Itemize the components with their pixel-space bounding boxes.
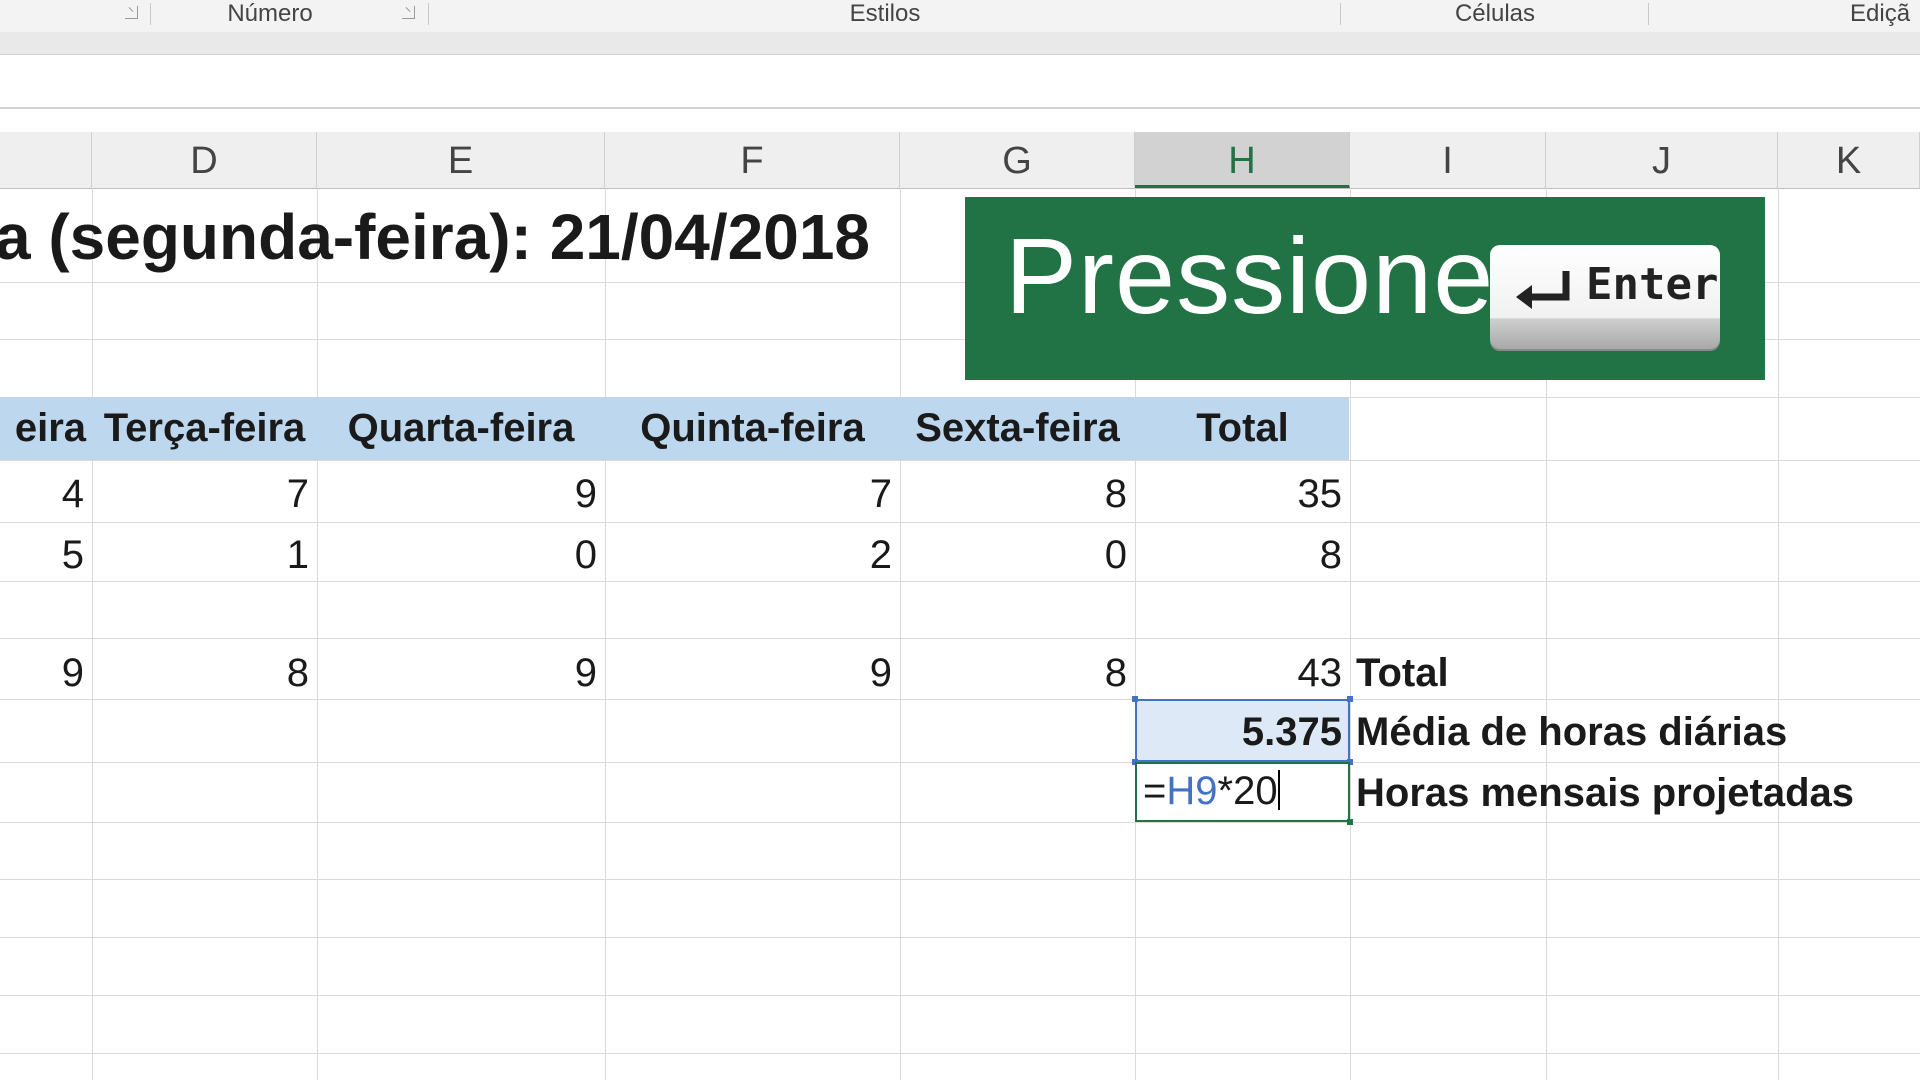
sheet-title[interactable]: a (segunda-feira): 21/04/2018 bbox=[0, 192, 960, 282]
group-separator bbox=[1648, 3, 1649, 25]
column-header-f[interactable]: F bbox=[605, 132, 900, 188]
table-cell[interactable]: 4 bbox=[0, 463, 92, 523]
dialog-launcher-icon[interactable] bbox=[125, 6, 138, 19]
column-header-h[interactable]: H bbox=[1135, 132, 1350, 188]
table-cell[interactable]: 35 bbox=[1135, 463, 1350, 523]
formula-suffix: *20 bbox=[1217, 769, 1278, 813]
table-cell[interactable]: 7 bbox=[92, 463, 317, 523]
formula-prefix: = bbox=[1143, 769, 1167, 813]
header-cell-total[interactable]: Total bbox=[1135, 397, 1350, 460]
column-header-row: D E F G H I J K bbox=[0, 132, 1920, 189]
table-cell[interactable]: 0 bbox=[317, 525, 605, 585]
average-value: 5.375 bbox=[1241, 710, 1342, 754]
table-cell[interactable]: 0 bbox=[900, 525, 1135, 585]
formula-reference: H9 bbox=[1166, 769, 1218, 813]
table-cell[interactable]: 7 bbox=[605, 463, 900, 523]
table-cell[interactable]: 8 bbox=[900, 642, 1135, 702]
table-cell[interactable]: 8 bbox=[92, 642, 317, 702]
ribbon-group-edicao: Ediçã bbox=[1850, 0, 1911, 27]
table-cell[interactable]: 9 bbox=[317, 463, 605, 523]
formula-edit-cell[interactable]: =H9*20 bbox=[1135, 762, 1350, 822]
column-header-g[interactable]: G bbox=[900, 132, 1135, 188]
ribbon-group-celulas: Células bbox=[1454, 0, 1536, 27]
column-header-d[interactable]: D bbox=[92, 132, 317, 188]
average-label[interactable]: Média de horas diárias bbox=[1356, 701, 1787, 761]
header-cell-quarta[interactable]: Quarta-feira bbox=[317, 397, 605, 460]
table-cell[interactable]: 8 bbox=[1135, 525, 1350, 585]
header-cell-segunda[interactable]: eira bbox=[0, 397, 92, 460]
reference-handle[interactable] bbox=[1132, 696, 1138, 702]
enter-instruction-banner: Pressione Enter bbox=[965, 197, 1765, 380]
total-label[interactable]: Total bbox=[1356, 642, 1449, 702]
column-header-k[interactable]: K bbox=[1778, 132, 1920, 188]
table-cell[interactable]: 8 bbox=[900, 463, 1135, 523]
text-caret bbox=[1277, 770, 1280, 810]
header-cell-terca[interactable]: Terça-feira bbox=[92, 397, 317, 460]
group-separator bbox=[428, 3, 429, 25]
banner-text: Pressione bbox=[1005, 215, 1495, 336]
group-separator bbox=[150, 3, 151, 25]
group-separator bbox=[1340, 3, 1341, 25]
table-cell[interactable]: 9 bbox=[605, 642, 900, 702]
header-cell-sexta[interactable]: Sexta-feira bbox=[900, 397, 1135, 460]
fill-handle[interactable] bbox=[1347, 819, 1353, 825]
reference-handle[interactable] bbox=[1347, 696, 1353, 702]
table-cell[interactable]: 1 bbox=[92, 525, 317, 585]
column-header-i[interactable]: I bbox=[1350, 132, 1546, 188]
table-cell[interactable]: 5 bbox=[0, 525, 92, 585]
ribbon-group-labels: Número Estilos Células Ediçã bbox=[0, 0, 1920, 33]
column-header-e[interactable]: E bbox=[317, 132, 605, 188]
sheet-title-text: a (segunda-feira): 21/04/2018 bbox=[0, 201, 870, 273]
table-cell[interactable]: 9 bbox=[0, 642, 92, 702]
column-header-j[interactable]: J bbox=[1546, 132, 1778, 188]
enter-key-label: Enter bbox=[1586, 259, 1719, 310]
ribbon-group-numero: Número bbox=[227, 0, 313, 27]
header-cell-quinta[interactable]: Quinta-feira bbox=[605, 397, 900, 460]
table-cell[interactable]: 43 bbox=[1135, 642, 1350, 702]
ribbon-group-estilos: Estilos bbox=[849, 0, 921, 27]
enter-return-icon bbox=[1516, 271, 1570, 309]
ribbon-bottom-strip bbox=[0, 32, 1920, 55]
table-cell[interactable]: 9 bbox=[317, 642, 605, 702]
table-cell[interactable]: 2 bbox=[605, 525, 900, 585]
projection-label[interactable]: Horas mensais projetadas bbox=[1356, 762, 1854, 822]
column-header-c[interactable] bbox=[0, 132, 92, 188]
enter-key-graphic: Enter bbox=[1490, 245, 1720, 349]
dialog-launcher-icon[interactable] bbox=[402, 6, 415, 19]
formula-bar-area bbox=[0, 55, 1920, 109]
